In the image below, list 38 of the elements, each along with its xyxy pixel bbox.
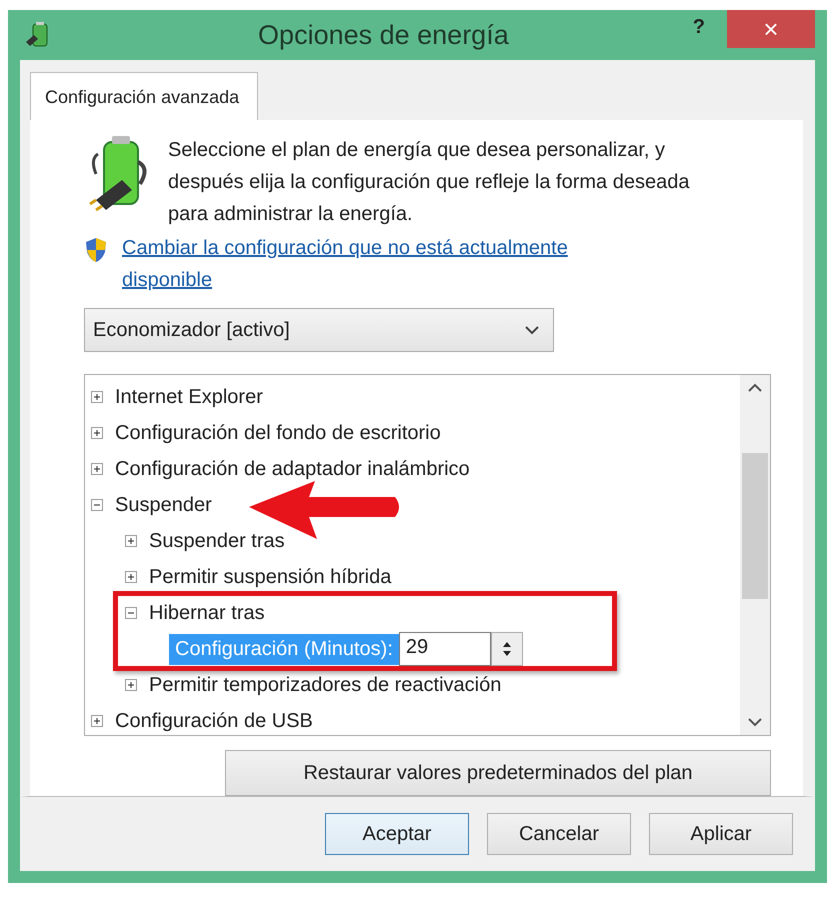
collapse-icon[interactable]	[125, 607, 137, 619]
tree-item[interactable]: Permitir temporizadores de reactivación	[149, 674, 502, 696]
dialog-button[interactable]: Aceptar	[325, 813, 469, 855]
battery-plug-icon	[88, 134, 148, 214]
expand-icon[interactable]	[91, 427, 103, 439]
minutes-field[interactable]: 29	[398, 632, 491, 666]
chevron-down-icon	[525, 325, 539, 335]
admin-settings-link[interactable]: Cambiar la configuración que no está actualmente disponible	[122, 232, 642, 296]
tree-item[interactable]: Configuración de adaptador inalámbrico	[115, 458, 470, 480]
expand-icon[interactable]	[91, 391, 103, 403]
restore-defaults-button[interactable]: Restaurar valores predeterminados del plan	[225, 750, 771, 796]
expand-icon[interactable]	[125, 571, 137, 583]
instruction-text: Seleccione el plan de energía que desea personalizar, y después elija la configuración que refleje la forma deseada para administrar la energía.	[168, 138, 690, 227]
expand-icon[interactable]	[91, 715, 103, 727]
expand-icon[interactable]	[91, 463, 103, 475]
close-button[interactable]: ×	[727, 10, 815, 48]
window-title: Opciones de energía	[257, 20, 510, 50]
expand-icon[interactable]	[125, 535, 137, 547]
tree-item[interactable]: Internet Explorer	[115, 386, 263, 408]
plan-dropdown[interactable]: Economizador [activo]	[84, 308, 554, 352]
tree-item[interactable]: Configuración de USB	[115, 710, 313, 732]
tree-item[interactable]: Hibernar tras	[149, 602, 265, 624]
scroll-down-icon[interactable]	[748, 717, 762, 727]
shield-icon	[84, 237, 108, 263]
tab[interactable]: Configuración avanzada	[30, 72, 258, 120]
tree-item[interactable]: Suspender tras	[149, 530, 285, 552]
tree-item[interactable]: Suspender	[115, 494, 212, 516]
expand-icon[interactable]	[125, 679, 137, 691]
scroll-thumb[interactable]	[742, 453, 768, 599]
tree-item[interactable]: Permitir suspensión híbrida	[149, 566, 392, 588]
scroll-up-icon[interactable]	[748, 383, 762, 393]
help-button[interactable]: ?	[692, 16, 705, 39]
collapse-icon[interactable]	[91, 499, 103, 511]
dialog-button[interactable]: Aplicar	[649, 813, 793, 855]
tree-item[interactable]: Configuración del fondo de escritorio	[115, 422, 441, 444]
dialog-button[interactable]: Cancelar	[487, 813, 631, 855]
scrollbar[interactable]	[740, 375, 770, 735]
spin-button[interactable]	[490, 632, 523, 666]
